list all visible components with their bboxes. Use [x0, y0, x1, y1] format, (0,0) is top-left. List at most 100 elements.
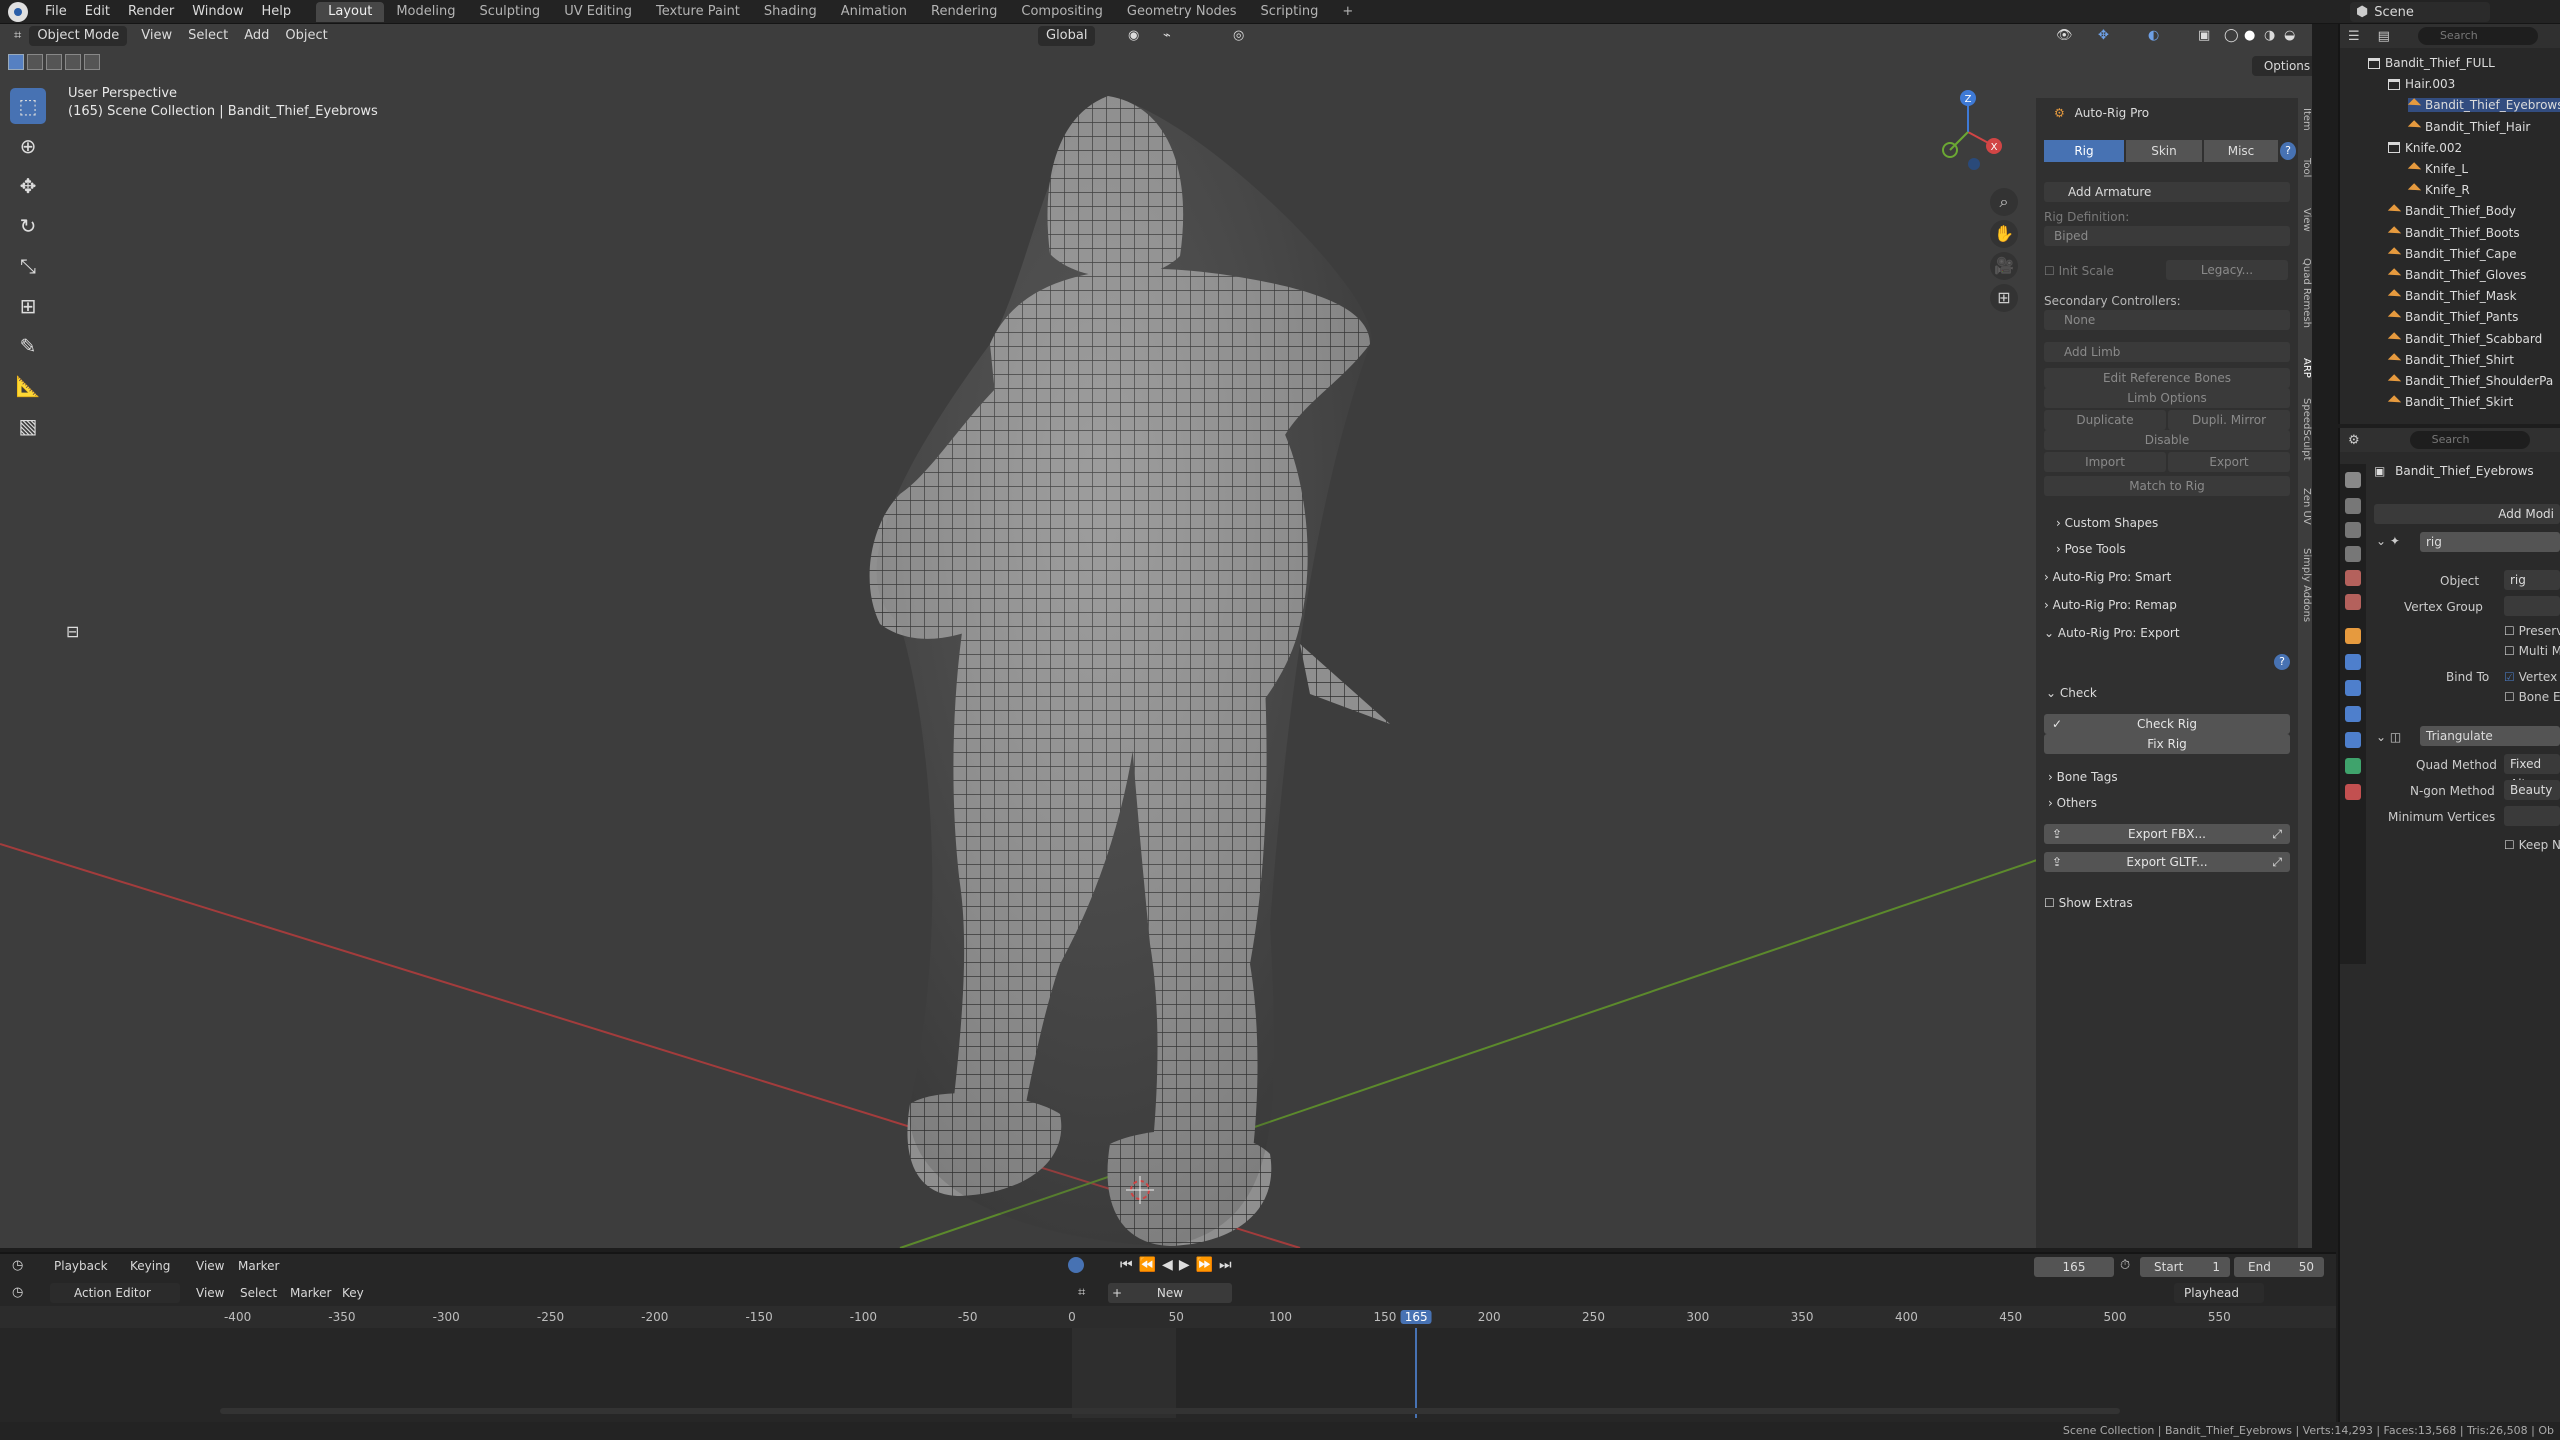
- outliner-item[interactable]: Hair.003: [2388, 77, 2455, 91]
- export-help-icon[interactable]: ?: [2274, 654, 2290, 670]
- rotate-tool-icon[interactable]: ↻: [10, 208, 46, 244]
- end-frame-field[interactable]: End 50: [2234, 1257, 2324, 1277]
- sidebar-tab-simply-addons[interactable]: Simply Addons: [2298, 548, 2312, 622]
- menu-file[interactable]: File: [36, 4, 76, 19]
- others-section[interactable]: › Others: [2048, 796, 2294, 810]
- edit-reference-bones-button[interactable]: Edit Reference Bones: [2044, 368, 2290, 388]
- outliner-item[interactable]: Bandit_Thief_Body: [2388, 204, 2516, 218]
- triangulate-modifier-name[interactable]: Triangulate: [2420, 726, 2560, 746]
- select-box-tool-icon[interactable]: ⬚: [10, 88, 46, 124]
- playhead-line[interactable]: [1415, 1328, 1418, 1418]
- navigation-gizmo[interactable]: X Z: [1928, 84, 2008, 174]
- custom-shapes-section[interactable]: › Custom Shapes: [2056, 516, 2302, 530]
- outliner-search-input[interactable]: Search: [2417, 27, 2538, 45]
- armature-mod-collapse-icon[interactable]: ⌄ ✦: [2376, 534, 2400, 548]
- add-workspace-button[interactable]: +: [1330, 2, 1365, 22]
- armature-modifier-name[interactable]: rig: [2420, 532, 2560, 552]
- outliner-item[interactable]: Bandit_Thief_Pants: [2388, 310, 2518, 324]
- action-editor-mode-dropdown[interactable]: Action Editor: [50, 1283, 180, 1303]
- sidebar-tab-tool[interactable]: Tool: [2298, 158, 2312, 177]
- check-section[interactable]: ⌄ Check: [2046, 686, 2292, 700]
- export-fbx-settings-icon[interactable]: ⤢: [2272, 824, 2282, 844]
- preview-range-icon[interactable]: ⏱: [2120, 1258, 2130, 1273]
- outliner-item[interactable]: Bandit_Thief_Boots: [2388, 226, 2520, 240]
- playhead-snap-dropdown[interactable]: Playhead: [2174, 1283, 2264, 1303]
- tab-modeling[interactable]: Modeling: [384, 2, 467, 22]
- outliner-item[interactable]: Bandit_Thief_Shirt: [2388, 353, 2514, 367]
- keep-normals-checkbox[interactable]: ☐ Keep No: [2504, 838, 2560, 852]
- arp-title[interactable]: ⚙ Auto-Rig Pro: [2054, 106, 2300, 120]
- modifier-tab-icon[interactable]: [2345, 654, 2361, 670]
- outliner-item[interactable]: Bandit_Thief_Scabbard: [2388, 332, 2542, 346]
- pan-hand-icon[interactable]: ✋: [1990, 220, 2018, 248]
- disable-button[interactable]: Disable: [2044, 430, 2290, 450]
- menu-window[interactable]: Window: [183, 4, 252, 19]
- menu-ae-select[interactable]: Select: [240, 1286, 277, 1300]
- multi-modifier-checkbox[interactable]: ☐ Multi M: [2504, 644, 2560, 658]
- cursor-tool-icon[interactable]: ⊕: [10, 128, 46, 164]
- outliner-display-icon[interactable]: ▤: [2378, 29, 2390, 44]
- tool-tab-icon[interactable]: [2345, 472, 2361, 488]
- tab-rig[interactable]: Rig: [2044, 140, 2124, 162]
- menu-ae-key[interactable]: Key: [342, 1286, 364, 1300]
- play-reverse-icon[interactable]: ◀: [1162, 1257, 1179, 1273]
- menu-playback[interactable]: Playback: [54, 1259, 108, 1273]
- menu-marker[interactable]: Marker: [238, 1259, 279, 1273]
- add-limb-dropdown[interactable]: Add Limb: [2044, 342, 2290, 362]
- character-mesh[interactable]: [869, 96, 1390, 1246]
- physics-tab-icon[interactable]: [2345, 706, 2361, 722]
- arp-export-panel[interactable]: ⌄ Auto-Rig Pro: Export: [2044, 626, 2290, 640]
- secondary-controllers-select[interactable]: None: [2044, 310, 2290, 330]
- outliner-item[interactable]: Bandit_Thief_ShoulderPa: [2388, 374, 2553, 388]
- start-frame-field[interactable]: Start 1: [2140, 1257, 2230, 1277]
- menu-render[interactable]: Render: [119, 4, 183, 19]
- output-tab-icon[interactable]: [2345, 522, 2361, 538]
- outliner-item[interactable]: Bandit_Thief_Mask: [2388, 289, 2517, 303]
- 3d-viewport[interactable]: ⌗ Object Mode View Select Add Object Glo…: [0, 24, 2312, 1248]
- export-fbx-button[interactable]: ⇪ Export FBX... ⤢: [2044, 824, 2290, 844]
- horizontal-scrollbar[interactable]: [220, 1408, 2120, 1414]
- properties-editor-icon[interactable]: ⚙: [2348, 433, 2360, 448]
- next-key-icon[interactable]: ⏩: [1196, 1257, 1219, 1273]
- tab-skin[interactable]: Skin: [2126, 140, 2202, 162]
- material-tab-icon[interactable]: [2345, 784, 2361, 800]
- sidebar-tab-quad-remesh[interactable]: Quad Remesh: [2298, 258, 2312, 328]
- menu-help[interactable]: Help: [253, 4, 301, 19]
- ortho-grid-icon[interactable]: ⊞: [1990, 284, 2018, 312]
- outliner-item[interactable]: Bandit_Thief_FULL: [2368, 56, 2495, 70]
- sidebar-toggle-icon[interactable]: ⊟: [66, 622, 79, 641]
- timeline-editor-icon[interactable]: ◷: [12, 1258, 23, 1273]
- sidebar-tab-speedsculpt[interactable]: SpeedSculpt: [2298, 398, 2312, 461]
- render-tab-icon[interactable]: [2345, 498, 2361, 514]
- menu-ae-view[interactable]: View: [196, 1286, 224, 1300]
- tab-compositing[interactable]: Compositing: [1009, 2, 1115, 22]
- export-button[interactable]: Export: [2168, 452, 2290, 472]
- object-field[interactable]: rig: [2504, 570, 2560, 590]
- help-icon[interactable]: ?: [2280, 142, 2296, 160]
- preserve-checkbox[interactable]: ☐ Preserve: [2504, 624, 2560, 638]
- fix-rig-button[interactable]: Fix Rig: [2044, 734, 2290, 754]
- show-extras-checkbox[interactable]: ☐ Show Extras: [2044, 896, 2290, 910]
- vertex-groups-checkbox[interactable]: ☑ Vertex G: [2504, 670, 2560, 684]
- measure-tool-icon[interactable]: 📐: [10, 368, 46, 404]
- outliner-item[interactable]: Bandit_Thief_Gloves: [2388, 268, 2526, 282]
- frame-ruler[interactable]: -400 -350 -300 -250 -200 -150 -100 -50 0 50 100 150…: [0, 1306, 2336, 1328]
- jump-start-icon[interactable]: ⏮: [1120, 1257, 1139, 1273]
- tab-layout[interactable]: Layout: [316, 1, 385, 22]
- jump-end-icon[interactable]: ⏭: [1219, 1257, 1238, 1273]
- pose-tools-section[interactable]: › Pose Tools: [2056, 542, 2302, 556]
- export-gltf-settings-icon[interactable]: ⤢: [2272, 852, 2282, 872]
- view-layer-tab-icon[interactable]: [2345, 546, 2361, 562]
- outliner-item[interactable]: Knife.002: [2388, 141, 2462, 155]
- ngon-method-select[interactable]: Beauty: [2504, 780, 2560, 800]
- object-tab-icon[interactable]: [2345, 628, 2361, 644]
- scale-tool-icon[interactable]: ⤡: [10, 248, 46, 284]
- outliner-item[interactable]: Bandit_Thief_Hair: [2408, 120, 2530, 134]
- outliner-item[interactable]: Bandit_Thief_Cape: [2388, 247, 2516, 261]
- dupli-mirror-button[interactable]: Dupli. Mirror: [2168, 410, 2290, 430]
- export-gltf-button[interactable]: ⇪ Export GLTF... ⤢: [2044, 852, 2290, 872]
- move-tool-icon[interactable]: ✥: [10, 168, 46, 204]
- tab-texture-paint[interactable]: Texture Paint: [644, 2, 752, 22]
- min-vertices-field[interactable]: [2504, 806, 2560, 826]
- dopesheet-editor-icon[interactable]: ◷: [12, 1285, 23, 1300]
